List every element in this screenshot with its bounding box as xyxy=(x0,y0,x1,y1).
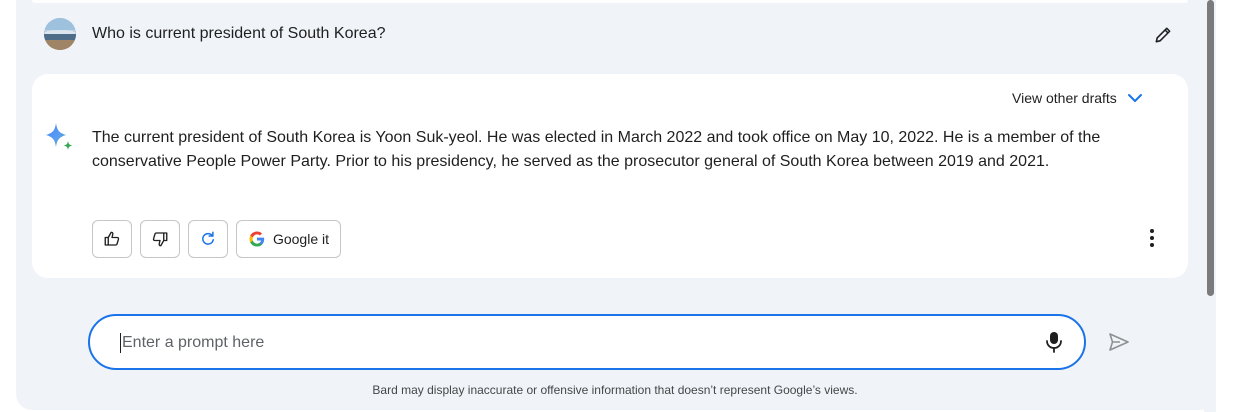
google-it-button[interactable]: Google it xyxy=(236,220,341,258)
more-vert-icon xyxy=(1150,229,1154,247)
user-question: Who is current president of South Korea? xyxy=(92,25,386,42)
google-it-label: Google it xyxy=(272,231,330,247)
send-button[interactable] xyxy=(1104,328,1134,356)
regenerate-button[interactable] xyxy=(188,220,228,258)
microphone-button[interactable] xyxy=(1040,328,1068,356)
view-other-drafts-button[interactable]: View other drafts xyxy=(1012,90,1143,106)
prompt-input[interactable] xyxy=(120,326,1024,360)
send-icon xyxy=(1109,333,1129,351)
text-caret xyxy=(120,333,121,353)
thumbs-up-icon xyxy=(104,231,120,246)
previous-card-edge xyxy=(32,0,1188,3)
avatar-landscape-image xyxy=(44,18,76,50)
prompt-box[interactable] xyxy=(88,314,1086,370)
google-g-icon xyxy=(249,231,265,247)
microphone-icon xyxy=(1046,332,1062,353)
edit-button[interactable] xyxy=(1148,20,1178,50)
chevron-down-icon xyxy=(1127,94,1142,102)
more-options-button[interactable] xyxy=(1140,226,1164,250)
disclaimer-text: Bard may display inaccurate or offensive… xyxy=(372,383,858,397)
thumbs-up-button[interactable] xyxy=(92,220,132,258)
scrollbar-thumb[interactable] xyxy=(1207,0,1214,296)
response-text: The current president of South Korea is … xyxy=(92,129,1101,170)
view-other-drafts-label: View other drafts xyxy=(1012,90,1117,106)
user-avatar xyxy=(44,18,76,50)
thumbs-down-button[interactable] xyxy=(140,220,180,258)
thumbs-down-icon xyxy=(152,232,168,247)
sparkle-icon xyxy=(46,123,73,150)
edit-pencil-icon xyxy=(1155,27,1171,43)
regenerate-icon xyxy=(202,231,214,245)
